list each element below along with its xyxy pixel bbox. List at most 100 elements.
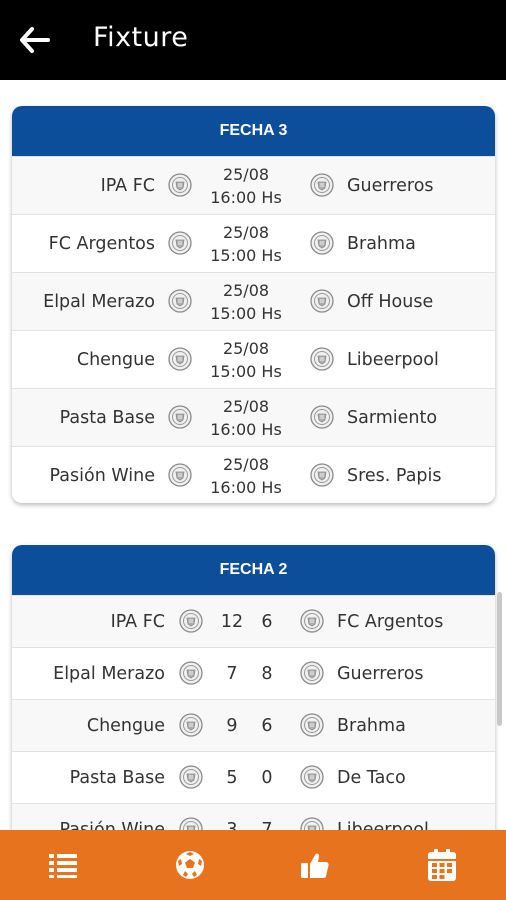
fecha-header: FECHA 3 xyxy=(12,106,495,156)
match-date: 25/08 xyxy=(222,454,270,474)
home-team-crest-icon xyxy=(168,173,192,197)
match-list: IPA FC 12 6 FC Argentos Elpal Merazo 7 8 Guerre… xyxy=(12,595,495,830)
nav-calendar[interactable] xyxy=(421,844,463,886)
match-row[interactable]: Elpal Merazo 25/08 15:00 Hs Off House xyxy=(12,272,495,330)
home-team-name: Pasta Base xyxy=(69,767,165,788)
away-team-name: Sarmiento xyxy=(347,407,438,428)
home-team-crest-icon xyxy=(179,817,203,830)
match-time: 16:00 Hs xyxy=(210,187,282,207)
match-time: 16:00 Hs xyxy=(210,477,282,497)
away-team-crest-icon xyxy=(300,817,324,830)
nav-likes[interactable] xyxy=(294,844,336,886)
match-date: 25/08 xyxy=(222,338,270,358)
nav-fixture-list[interactable] xyxy=(42,844,84,886)
match-datetime: 25/08 15:00 Hs xyxy=(196,215,296,272)
match-row[interactable]: IPA FC 12 6 FC Argentos xyxy=(12,595,495,647)
thumbs-up-icon xyxy=(301,853,329,878)
away-score: 0 xyxy=(261,767,273,788)
home-score: 3 xyxy=(226,819,238,831)
away-team-name: Guerreros xyxy=(347,175,434,196)
match-row[interactable]: Pasta Base 5 0 De Taco xyxy=(12,751,495,803)
away-team-name: Brahma xyxy=(337,715,406,736)
home-team-name: IPA FC xyxy=(100,175,155,196)
home-score: 12 xyxy=(220,611,244,632)
match-row[interactable]: Elpal Merazo 7 8 Guerreros xyxy=(12,647,495,699)
match-row[interactable]: IPA FC 25/08 16:00 Hs Guerreros xyxy=(12,156,495,214)
home-team-name: FC Argentos xyxy=(48,233,155,254)
app-bar: Fixture xyxy=(0,0,506,80)
home-team-crest-icon xyxy=(179,661,203,685)
home-team-name: Pasión Wine xyxy=(59,819,165,831)
home-team-crest-icon xyxy=(179,765,203,789)
match-date: 25/08 xyxy=(222,396,270,416)
away-team-crest-icon xyxy=(310,289,334,313)
away-team-name: Guerreros xyxy=(337,663,424,684)
soccer-ball-icon xyxy=(176,851,204,879)
nav-matches[interactable] xyxy=(169,844,211,886)
away-team-name: Libeerpool xyxy=(347,349,439,370)
away-score: 8 xyxy=(261,663,273,684)
away-team-crest-icon xyxy=(310,405,334,429)
away-team-name: FC Argentos xyxy=(337,611,444,632)
home-team-name: Elpal Merazo xyxy=(43,291,155,312)
away-score: 6 xyxy=(261,715,273,736)
away-score: 7 xyxy=(261,819,273,831)
away-team-name: Brahma xyxy=(347,233,416,254)
match-date: 25/08 xyxy=(222,280,270,300)
match-row[interactable]: Pasión Wine 3 7 Libeerpool xyxy=(12,803,495,830)
home-score: 5 xyxy=(226,767,238,788)
match-row[interactable]: Pasta Base 25/08 16:00 Hs Sarmiento xyxy=(12,388,495,446)
match-row[interactable]: Chengue 9 6 Brahma xyxy=(12,699,495,751)
list-icon xyxy=(49,854,77,878)
home-team-name: Chengue xyxy=(86,715,165,736)
fecha-card: FECHA 3 IPA FC 25/08 16:00 Hs Guerreros FC A… xyxy=(12,106,495,503)
match-list: IPA FC 25/08 16:00 Hs Guerreros FC Argentos 2… xyxy=(12,156,495,503)
away-team-crest-icon xyxy=(310,347,334,371)
match-row[interactable]: FC Argentos 25/08 15:00 Hs Brahma xyxy=(12,214,495,272)
home-team-name: Pasta Base xyxy=(59,407,155,428)
away-team-crest-icon xyxy=(310,173,334,197)
match-date: 25/08 xyxy=(222,164,270,184)
page-title: Fixture xyxy=(93,22,189,53)
fecha-card: FECHA 2 IPA FC 12 6 FC Argentos Elpal Merazo… xyxy=(12,545,495,830)
home-team-name: Pasión Wine xyxy=(49,465,155,486)
fixture-list[interactable]: FECHA 3 IPA FC 25/08 16:00 Hs Guerreros FC A… xyxy=(0,80,506,830)
home-team-name: Chengue xyxy=(76,349,155,370)
home-team-crest-icon xyxy=(179,713,203,737)
away-team-name: Libeerpool xyxy=(337,819,429,831)
bottom-nav xyxy=(0,830,506,900)
away-score: 6 xyxy=(261,611,273,632)
home-team-crest-icon xyxy=(168,463,192,487)
match-datetime: 25/08 16:00 Hs xyxy=(196,157,296,214)
away-team-crest-icon xyxy=(300,765,324,789)
match-datetime: 25/08 15:00 Hs xyxy=(196,331,296,388)
match-row[interactable]: Chengue 25/08 15:00 Hs Libeerpool xyxy=(12,330,495,388)
match-date: 25/08 xyxy=(222,222,270,242)
away-team-crest-icon xyxy=(300,713,324,737)
home-team-crest-icon xyxy=(179,609,203,633)
home-score: 9 xyxy=(226,715,238,736)
match-time: 15:00 Hs xyxy=(210,245,282,265)
home-team-crest-icon xyxy=(168,347,192,371)
match-time: 15:00 Hs xyxy=(210,303,282,323)
match-datetime: 25/08 15:00 Hs xyxy=(196,273,296,330)
match-row[interactable]: Pasión Wine 25/08 16:00 Hs Sres. Papis xyxy=(12,446,495,503)
match-datetime: 25/08 16:00 Hs xyxy=(196,389,296,446)
match-time: 16:00 Hs xyxy=(210,419,282,439)
away-team-name: Sres. Papis xyxy=(347,465,442,486)
away-team-name: Off House xyxy=(347,291,434,312)
match-datetime: 25/08 16:00 Hs xyxy=(196,447,296,503)
match-time: 15:00 Hs xyxy=(210,361,282,381)
home-score: 7 xyxy=(226,663,238,684)
home-team-crest-icon xyxy=(168,405,192,429)
home-team-name: Elpal Merazo xyxy=(53,663,165,684)
fecha-header: FECHA 2 xyxy=(12,545,495,595)
home-team-crest-icon xyxy=(168,289,192,313)
calendar-icon xyxy=(428,849,456,881)
back-arrow-icon[interactable] xyxy=(18,26,52,54)
home-team-crest-icon xyxy=(168,231,192,255)
away-team-name: De Taco xyxy=(337,767,406,788)
away-team-crest-icon xyxy=(310,231,334,255)
scrollbar[interactable] xyxy=(497,592,502,726)
away-team-crest-icon xyxy=(300,661,324,685)
